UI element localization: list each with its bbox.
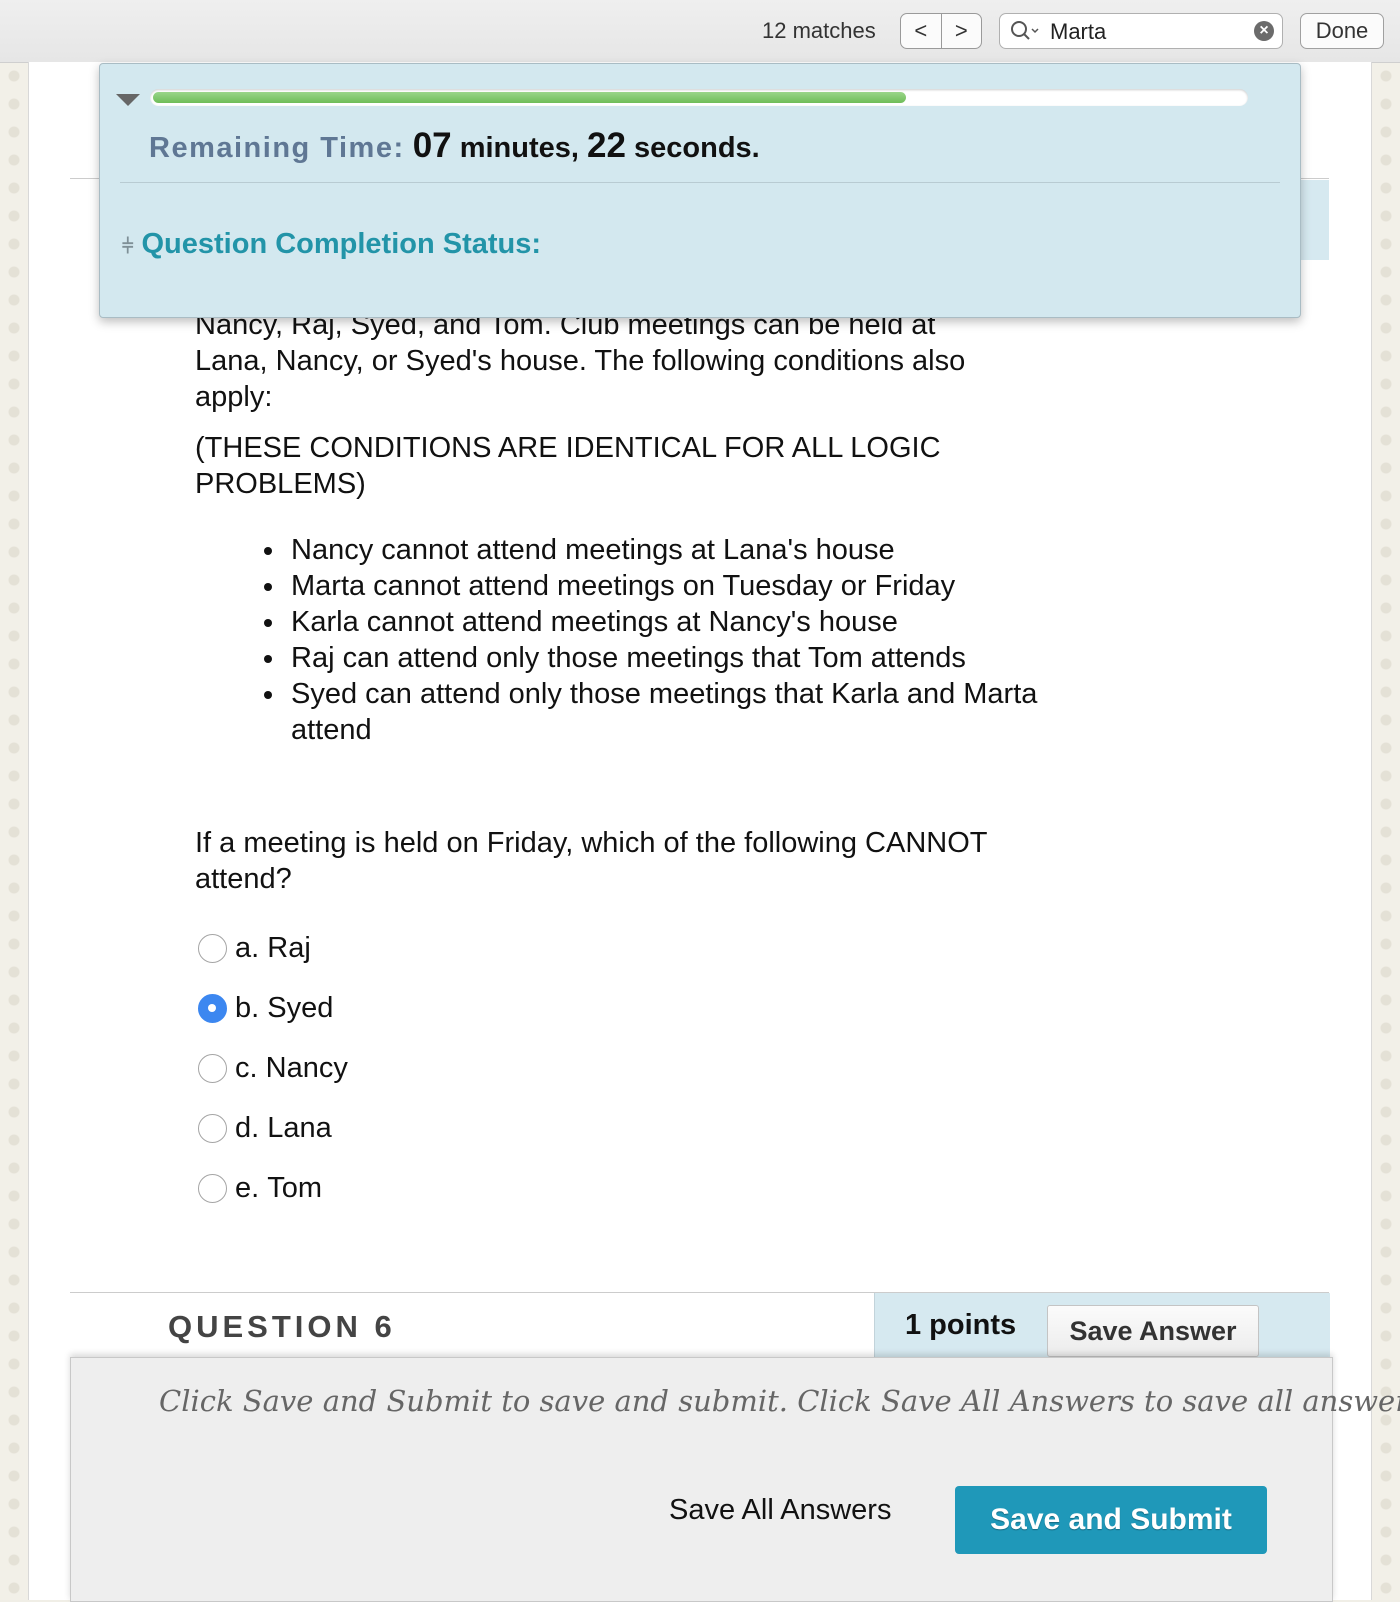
- answer-options: a. Raj b. Syed c. Nancy d. Lana e. Tom: [198, 918, 348, 1218]
- answer-text: Lana: [267, 1111, 332, 1144]
- answer-letter: a.: [235, 931, 260, 964]
- answer-letter: b.: [235, 991, 260, 1024]
- condition-item: Marta cannot attend meetings on Tuesday …: [287, 568, 1047, 604]
- submit-panel: Click Save and Submit to save and submit…: [70, 1357, 1400, 1602]
- question-6-points-area: 1 points Save Answer: [874, 1293, 1330, 1359]
- conditions-list: Nancy cannot attend meetings at Lana's h…: [255, 532, 1047, 748]
- find-search-value: Marta: [1050, 19, 1107, 44]
- note-line: PROBLEMS): [195, 468, 366, 500]
- condition-item: Raj can attend only those meetings that …: [287, 640, 1047, 676]
- answer-option-c[interactable]: c. Nancy: [198, 1038, 348, 1098]
- magnifier-icon: [1010, 20, 1040, 48]
- answer-option-b[interactable]: b. Syed: [198, 978, 348, 1038]
- answer-option-a[interactable]: a. Raj: [198, 918, 348, 978]
- save-all-answers-button[interactable]: Save All Answers: [669, 1494, 891, 1527]
- condition-item: Karla cannot attend meetings at Nancy's …: [287, 604, 1047, 640]
- question-intro: Nancy, Raj, Syed, and Tom. Club meetings…: [195, 307, 1025, 415]
- question-points: 1 points: [905, 1309, 1017, 1341]
- answer-text: Nancy: [265, 1051, 348, 1084]
- condition-item: Nancy cannot attend meetings at Lana's h…: [287, 532, 1047, 568]
- minutes-unit: minutes,: [459, 132, 579, 164]
- remaining-seconds: 22: [587, 126, 626, 165]
- answer-text: Raj: [267, 931, 311, 964]
- answer-option-d[interactable]: d. Lana: [198, 1098, 348, 1158]
- find-previous-button[interactable]: <: [901, 14, 941, 48]
- answer-letter: c.: [235, 1051, 258, 1084]
- answer-text: Tom: [267, 1171, 323, 1204]
- radio-button[interactable]: [198, 1173, 227, 1203]
- answer-text: Syed: [267, 991, 334, 1024]
- intro-line: apply:: [195, 381, 273, 413]
- question-note: (THESE CONDITIONS ARE IDENTICAL FOR ALL …: [195, 430, 1025, 502]
- background-pattern-left: [0, 62, 28, 1600]
- find-nav-group: < >: [900, 13, 982, 49]
- condition-item: Syed can attend only those meetings that…: [287, 676, 1047, 748]
- remaining-minutes: 07: [412, 126, 452, 165]
- question-prompt: If a meeting is held on Friday, which of…: [195, 827, 987, 895]
- collapse-triangle-icon[interactable]: [116, 94, 140, 106]
- find-done-button[interactable]: Done: [1300, 13, 1384, 49]
- find-next-button[interactable]: >: [940, 14, 982, 48]
- time-progress-bar: [150, 89, 1248, 106]
- find-bar: 12 matches < > Marta × Done: [0, 0, 1400, 63]
- panel-divider: [120, 182, 1280, 183]
- answer-letter: e.: [235, 1171, 260, 1204]
- find-match-count: 12 matches: [762, 18, 876, 43]
- double-chevron-down-icon: ⫩: [122, 236, 134, 258]
- seconds-unit: seconds.: [634, 132, 760, 164]
- radio-button[interactable]: [198, 1113, 227, 1143]
- save-and-submit-button[interactable]: Save and Submit: [955, 1486, 1267, 1554]
- time-progress-fill: [153, 92, 906, 103]
- radio-button-selected[interactable]: [198, 993, 227, 1023]
- radio-button[interactable]: [198, 1053, 227, 1083]
- remaining-time-label: Remaining Time:: [149, 132, 405, 164]
- answer-letter: d.: [235, 1111, 260, 1144]
- completion-status-label: Question Completion Status:: [141, 228, 542, 260]
- remaining-time: Remaining Time: 07 minutes, 22 seconds.: [149, 126, 760, 166]
- completion-status-toggle[interactable]: ⫩ Question Completion Status:: [122, 228, 541, 261]
- question-6-title: QUESTION 6: [168, 1309, 396, 1344]
- submit-hint-text: Click Save and Submit to save and submit…: [159, 1384, 1400, 1418]
- intro-line: Lana, Nancy, or Syed's house. The follow…: [195, 345, 966, 377]
- timer-panel: Remaining Time: 07 minutes, 22 seconds. …: [99, 63, 1301, 318]
- background-pattern-right: [1372, 62, 1400, 1600]
- find-search-input[interactable]: Marta ×: [999, 13, 1283, 49]
- save-answer-button[interactable]: Save Answer: [1047, 1305, 1259, 1357]
- note-line: (THESE CONDITIONS ARE IDENTICAL FOR ALL …: [195, 432, 941, 464]
- answer-option-e[interactable]: e. Tom: [198, 1158, 348, 1218]
- clear-icon[interactable]: ×: [1254, 21, 1274, 41]
- question-6-header: QUESTION 6 1 points Save Answer: [70, 1292, 1330, 1359]
- radio-button[interactable]: [198, 933, 227, 963]
